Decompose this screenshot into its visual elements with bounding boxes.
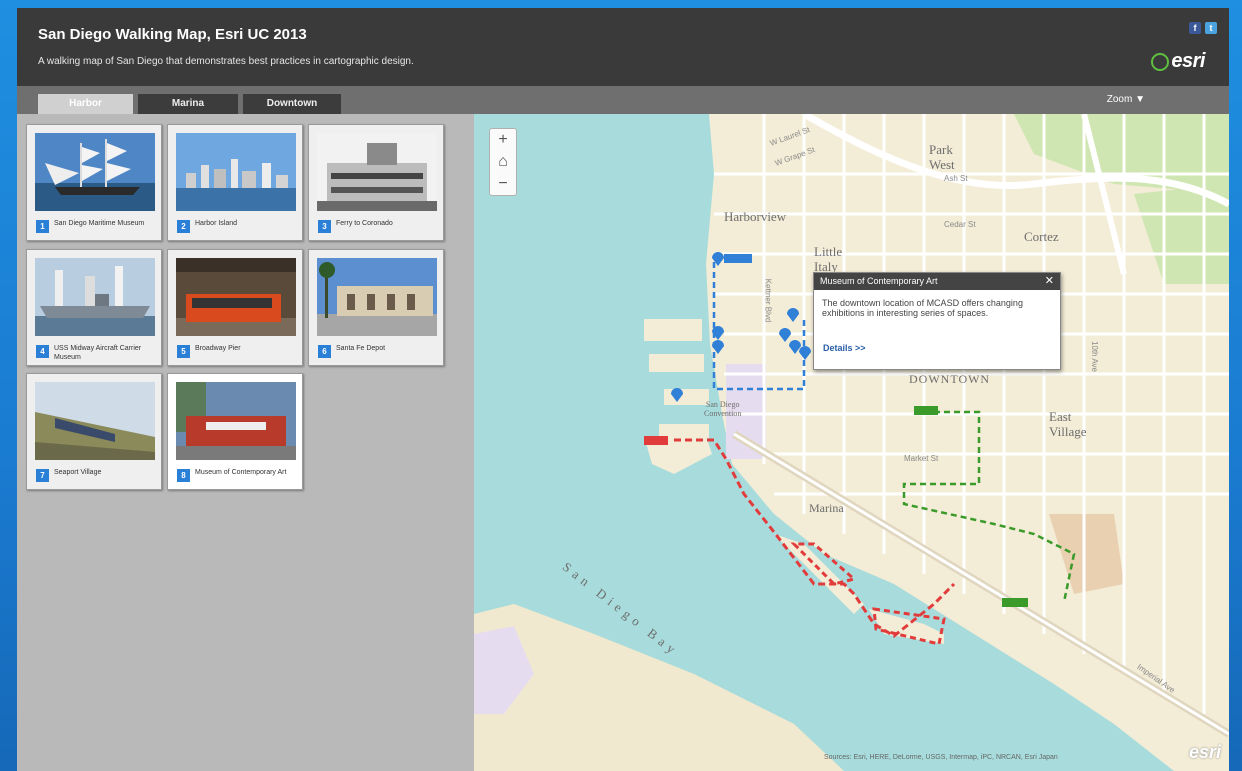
zoom-in-button[interactable]: + [490, 129, 516, 151]
popup-details-link[interactable]: Details >> [823, 343, 866, 353]
map-label-harborview: Harborview [724, 209, 787, 224]
zoom-out-button[interactable]: − [490, 173, 516, 195]
map-label-park-west: Park West [929, 142, 955, 172]
twitter-icon[interactable]: t [1205, 22, 1217, 34]
street-label: Cedar St [944, 220, 976, 229]
close-icon[interactable]: ✕ [1045, 273, 1054, 290]
photo-depot [317, 258, 437, 336]
tour-card-mcasd[interactable]: 8 Museum of Contemporary Art [167, 373, 303, 490]
tab-marina[interactable]: Marina [138, 94, 238, 114]
zoom-dropdown[interactable]: Zoom ▼ [1107, 94, 1145, 105]
tab-bar: Harbor Marina Downtown Zoom ▼ [17, 86, 1229, 114]
card-label: Harbor Island [195, 220, 238, 227]
map-view[interactable]: + ⌂ − Park West Harborview Little Italy … [474, 114, 1229, 771]
esri-logo-text: esri [1171, 50, 1205, 72]
tour-card-uss-midway[interactable]: 4 USS Midway Aircraft Carrier Museum [26, 249, 162, 366]
map-label-east-village: East Village [1049, 409, 1087, 439]
card-label: Museum of Contemporary Art [195, 469, 287, 476]
stop-number: 1 [36, 220, 49, 233]
esri-watermark-logo: esri [1188, 742, 1221, 762]
esri-logo[interactable]: esri [1151, 50, 1205, 73]
stop-number: 6 [318, 345, 331, 358]
page-title: San Diego Walking Map, Esri UC 2013 [38, 26, 307, 43]
street-label: Ash St [944, 174, 968, 183]
photo-trolley [176, 258, 296, 336]
stop-number: 8 [177, 469, 190, 482]
tab-harbor[interactable]: Harbor [38, 94, 133, 114]
stop-number: 7 [36, 469, 49, 482]
esri-globe-icon [1151, 52, 1170, 71]
map-label-convention-center: San Diego Convention [704, 400, 742, 418]
tour-card-ferry[interactable]: 3 Ferry to Coronado [308, 124, 444, 241]
photo-tall-ship [35, 133, 155, 211]
stop-number: 2 [177, 220, 190, 233]
card-label: San Diego Maritime Museum [54, 220, 145, 227]
photo-aircraft-carrier [35, 258, 155, 336]
tour-card-santa-fe-depot[interactable]: 6 Santa Fe Depot [308, 249, 444, 366]
popup-title: Museum of Contemporary Art [820, 276, 938, 286]
stop-number: 3 [318, 220, 331, 233]
page-subtitle: A walking map of San Diego that demonstr… [38, 56, 414, 67]
street-label: Market St [904, 454, 939, 463]
social-links: f t [1189, 22, 1217, 34]
stop-number: 4 [36, 345, 49, 358]
tour-card-seaport-village[interactable]: 7 Seaport Village [26, 373, 162, 490]
map-label-cortez: Cortez [1024, 229, 1059, 244]
card-label: Broadway Pier [195, 345, 241, 352]
feature-popup: Museum of Contemporary Art ✕ The downtow… [813, 272, 1061, 370]
street-label: Kettner Blvd [763, 278, 773, 323]
popup-body: The downtown location of MCASD offers ch… [822, 298, 1023, 318]
tour-card-broadway-pier[interactable]: 5 Broadway Pier [167, 249, 303, 366]
map-label-little-italy: Little Italy [814, 244, 843, 274]
map-label-downtown: DOWNTOWN [909, 372, 991, 386]
photo-coast-train [35, 382, 155, 460]
tour-card-maritime-museum[interactable]: 1 San Diego Maritime Museum [26, 124, 162, 241]
home-button[interactable]: ⌂ [490, 151, 516, 173]
tour-card-harbor-island[interactable]: 2 Harbor Island [167, 124, 303, 241]
app-window: San Diego Walking Map, Esri UC 2013 A wa… [17, 8, 1229, 771]
map-attribution: Sources: Esri, HERE, DeLorme, USGS, Inte… [824, 754, 1058, 761]
street-label: 10th Ave [1090, 341, 1099, 372]
tour-sidebar: 1 San Diego Maritime Museum 2 Harbor Isl… [17, 114, 474, 771]
facebook-icon[interactable]: f [1189, 22, 1201, 34]
card-label: Ferry to Coronado [336, 220, 393, 227]
card-label: Santa Fe Depot [336, 345, 386, 352]
photo-ferry-landing [317, 133, 437, 211]
photo-skyline [176, 133, 296, 211]
popup-header: Museum of Contemporary Art ✕ [814, 273, 1060, 290]
zoom-control: + ⌂ − [489, 128, 517, 196]
basemap [474, 114, 1229, 771]
header: San Diego Walking Map, Esri UC 2013 A wa… [17, 8, 1229, 86]
card-label: USS Midway Aircraft Carrier Museum [54, 345, 142, 361]
stop-number: 5 [177, 345, 190, 358]
photo-museum [176, 382, 296, 460]
tab-downtown[interactable]: Downtown [243, 94, 341, 114]
card-label: Seaport Village [54, 469, 102, 476]
map-label-marina: Marina [809, 501, 844, 515]
